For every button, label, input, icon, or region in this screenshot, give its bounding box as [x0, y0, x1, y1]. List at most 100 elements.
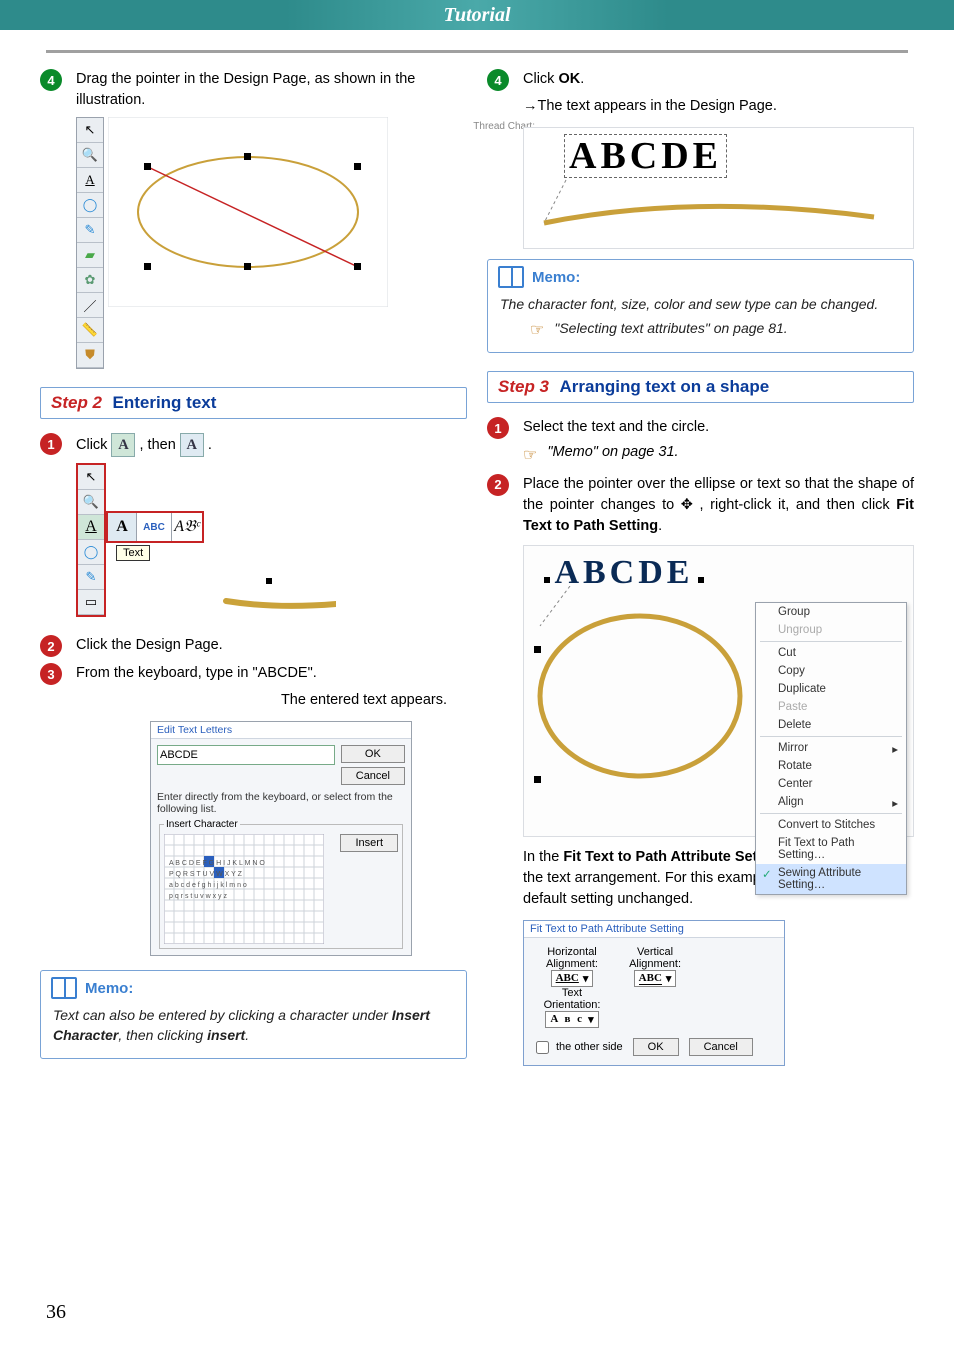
h-align-label: Horizontal Alignment: [532, 946, 612, 970]
ctx-rotate[interactable]: Rotate [756, 757, 906, 775]
substep-badge-1: 1 [40, 433, 62, 455]
svg-text:A B C D E F G H I J K L M N O: A B C D E F G H I J K L M N O [169, 860, 265, 867]
t: . [208, 437, 212, 453]
svg-text:a b c d e f g h i j k l m n o: a b c d e f g h i j k l m n o [169, 882, 247, 889]
stamp-tool-icon: ⛊ [77, 343, 103, 368]
step2-title: Entering text [112, 393, 216, 412]
measure-tool-icon: 📏 [77, 318, 103, 343]
ctx-duplicate[interactable]: Duplicate [756, 680, 906, 698]
shape-tool-icon: ◯ [77, 193, 103, 218]
step3-bar: Step 3 Arranging text on a shape [487, 371, 914, 403]
left-n2-text: Click the Design Page. [76, 635, 223, 656]
step2-bar: Step 2 Entering text [40, 387, 467, 419]
outline-tool-icon: ✎ [77, 218, 103, 243]
ctx-copy[interactable]: Copy [756, 662, 906, 680]
memo-box-left: Memo: Text can also be entered by clicki… [40, 970, 467, 1059]
cancel-button[interactable]: Cancel [341, 767, 405, 785]
ctx-mirror[interactable]: Mirror▸ [756, 739, 906, 757]
ok-button[interactable]: OK [341, 745, 405, 763]
left-column: 4 Drag the pointer in the Design Page, a… [40, 63, 467, 1066]
move-cursor-icon: ✥ [681, 497, 693, 513]
insert-char-group: Insert Character [164, 819, 240, 830]
t: Click [523, 71, 558, 87]
ctx-convert[interactable]: Convert to Stitches [756, 816, 906, 834]
pointing-hand-icon: ☞ [530, 320, 544, 340]
context-menu[interactable]: Group Ungroup Cut Copy Duplicate Paste D… [755, 602, 907, 895]
svg-text:P Q R S T U V W X Y Z: P Q R S T U V W X Y Z [169, 871, 243, 878]
ctx-fit[interactable]: Fit Text to Path Setting… [756, 834, 906, 864]
step-badge-4: 4 [40, 69, 62, 91]
region-tool-icon: ▰ [77, 243, 103, 268]
ellipse-drag-figure [108, 117, 388, 307]
text-tool-selected-icon: A [78, 515, 104, 540]
substep-badge-1: 1 [487, 417, 509, 439]
memo-body: The character font, size, color and sew … [500, 294, 901, 314]
fit-text-dialog: Fit Text to Path Attribute Setting Horiz… [523, 920, 785, 1066]
ctx-align[interactable]: Align▸ [756, 793, 906, 811]
ctx-sew[interactable]: ✓Sewing Attribute Setting… [756, 864, 906, 894]
right-n4-result: The text appears in the Design Page. [538, 98, 777, 114]
header-band: Tutorial [0, 0, 954, 30]
ctx-group[interactable]: Group [756, 603, 906, 621]
edit-text-dialog: Edit Text Letters OK Cancel Enter direct… [150, 721, 412, 956]
insert-button[interactable]: Insert [340, 834, 398, 852]
text-tool-flyout-figure: ↖ 🔍 A ◯ ✎ ▭ A ABC A𝔅ᶜ Text [76, 463, 467, 617]
ctx-paste: Paste [756, 698, 906, 716]
line-tool-icon: ▭ [78, 590, 104, 615]
header-title: Tutorial [443, 4, 510, 26]
memo-body-left: Text can also be entered by clicking a c… [53, 1005, 454, 1046]
flyout-a-icon: A [108, 513, 137, 541]
step2-prefix: Step 2 [51, 393, 102, 412]
memo-icon [498, 266, 524, 288]
substep-badge-3: 3 [40, 663, 62, 685]
dialog-hint: Enter directly from the keyboard, or sel… [157, 791, 405, 815]
context-menu-figure: ABCDE Group Ungroup Cut Copy Duplicate [523, 545, 914, 837]
ctx-center[interactable]: Center [756, 775, 906, 793]
ctx-cut[interactable]: Cut [756, 644, 906, 662]
v-align-label: Vertical Alignment: [615, 946, 695, 970]
memo-box-right-1: Memo: The character font, size, color an… [487, 259, 914, 353]
right-n1-ref: "Memo" on page 31. [547, 442, 678, 463]
t: Click [76, 437, 111, 453]
abcde-result-figure: ABCDE [523, 127, 914, 249]
arrow-icon: → [523, 96, 538, 117]
left-n3-caption: The entered text appears. [76, 690, 447, 711]
t: . [580, 71, 584, 87]
ctx-delete[interactable]: Delete [756, 716, 906, 734]
toolbar-strip: ↖ 🔍 A ◯ ✎ ▰ ✿ ／ 📏 ⛊ [76, 117, 104, 369]
outline-tool-icon: ✎ [78, 565, 104, 590]
right-n1-text: Select the text and the circle. [523, 417, 914, 438]
memo-ref: "Selecting text attributes" on page 81. [554, 318, 787, 338]
char-grid[interactable]: A B C D E F G H I J K L M N O P Q R S T … [164, 834, 324, 944]
text-input[interactable] [157, 745, 335, 765]
other-side-checkbox[interactable]: the other side [532, 1038, 623, 1057]
step3-title: Arranging text on a shape [559, 377, 769, 396]
h-align-select[interactable]: ABC▾ [551, 970, 594, 987]
step-badge-4: 4 [487, 69, 509, 91]
t-orient-label: Text Orientation: [532, 987, 612, 1011]
shape-tool-icon: ◯ [78, 540, 104, 565]
pointer-tool-icon: ↖ [78, 465, 104, 490]
memo-heading: Memo: [85, 980, 133, 997]
flyout-abc-icon: ABC [137, 513, 172, 541]
zoom-tool-icon: 🔍 [78, 490, 104, 515]
pointer-tool-icon: ↖ [77, 118, 103, 143]
stitch-tool-icon: ✿ [77, 268, 103, 293]
substep-badge-2: 2 [40, 635, 62, 657]
tooltip-text: Text [116, 545, 150, 561]
ctx-ungroup: Ungroup [756, 621, 906, 639]
cancel-button[interactable]: Cancel [689, 1038, 753, 1056]
t-orient-select[interactable]: A ʙ c▾ [545, 1011, 598, 1028]
text-tool-button-icon: A [111, 433, 135, 457]
right-column: 4 Click OK. → The text appears in the De… [487, 63, 914, 1066]
ok-button[interactable]: OK [633, 1038, 679, 1056]
memo-heading: Memo: [532, 269, 580, 286]
right-n2-text: Place the pointer over the ellipse or te… [523, 474, 914, 537]
v-align-select[interactable]: ABC▾ [634, 970, 677, 987]
substep-badge-2: 2 [487, 474, 509, 496]
design-page-illustration: ↖ 🔍 A ◯ ✎ ▰ ✿ ／ 📏 ⛊ [76, 117, 467, 369]
zoom-tool-icon: 🔍 [77, 143, 103, 168]
flyout-abc-curve-icon: A𝔅ᶜ [172, 513, 202, 541]
text-tool-icon: A [77, 168, 103, 193]
text-a-button-icon: A [180, 433, 204, 457]
